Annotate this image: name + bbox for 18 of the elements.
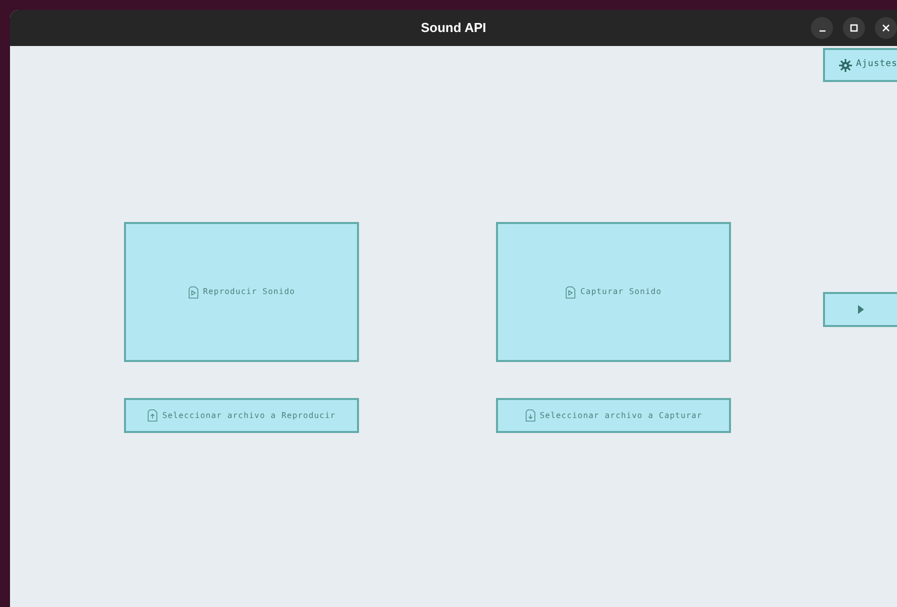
- file-upload-icon: [147, 409, 158, 422]
- close-icon: [882, 24, 890, 32]
- action-button[interactable]: Capturar Sonido: [496, 222, 731, 362]
- minimize-button[interactable]: [811, 17, 833, 39]
- maximize-button[interactable]: [843, 17, 865, 39]
- gear-icon: [839, 58, 852, 72]
- file-select-button[interactable]: Seleccionar archivo a Capturar: [496, 398, 731, 433]
- action-button[interactable]: Reproducir Sonido: [124, 222, 359, 362]
- minimize-icon: [818, 30, 826, 32]
- file-download-icon: [524, 409, 536, 422]
- maximize-icon: [850, 24, 858, 32]
- file-play-icon: [565, 286, 576, 298]
- file-play-icon: [188, 286, 199, 298]
- play-icon: [858, 305, 864, 314]
- close-button[interactable]: [875, 17, 897, 39]
- file-select-button[interactable]: Seleccionar archivo a Reproducir: [124, 398, 359, 433]
- settings-button[interactable]: Ajustes: [823, 48, 897, 82]
- window-title: Sound API: [420, 20, 486, 35]
